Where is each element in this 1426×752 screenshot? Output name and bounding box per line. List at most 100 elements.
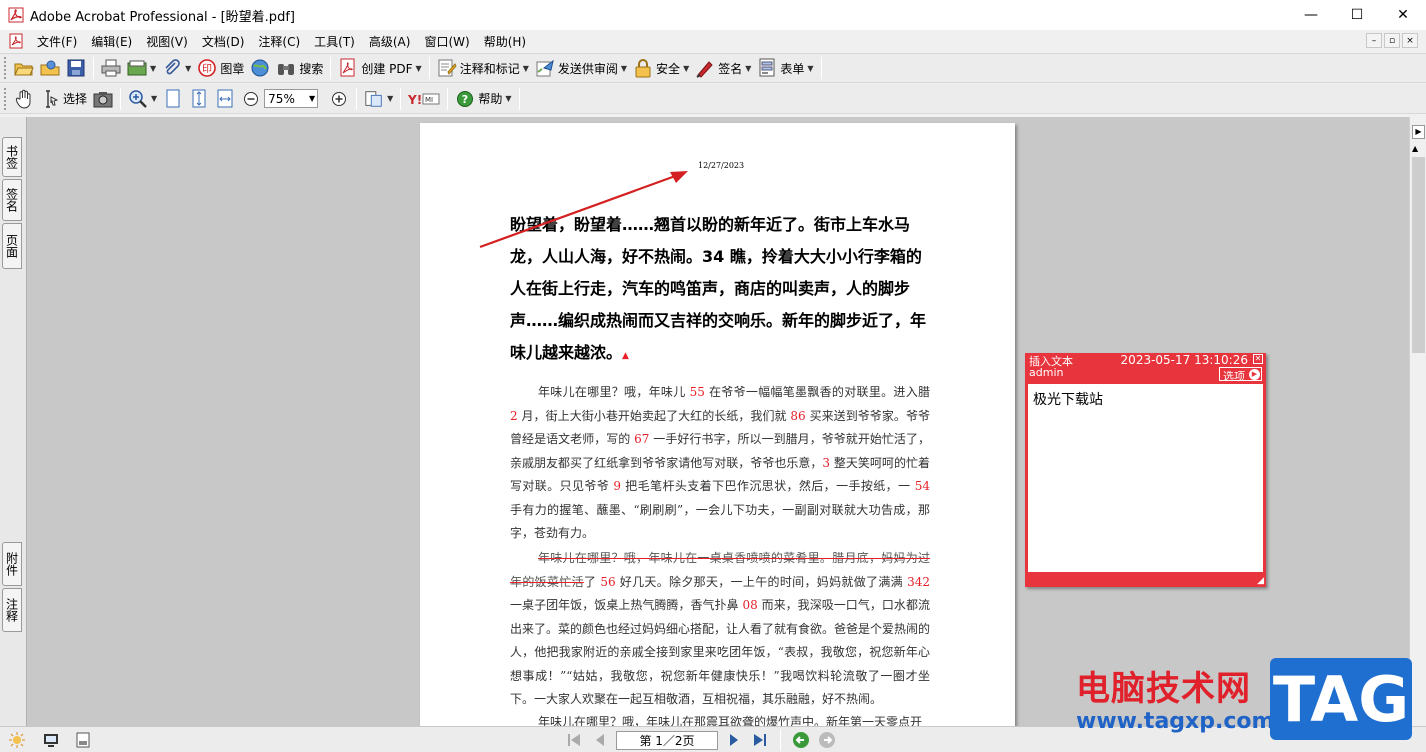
menu-window[interactable]: 窗口(W) <box>417 33 476 50</box>
navigation-panel: 书签 签名 页面 附件 注释 <box>0 117 27 726</box>
document-menu-icon[interactable] <box>8 33 24 49</box>
create-pdf-button[interactable]: 创建 PDF ▼ <box>335 56 424 80</box>
chevron-down-icon[interactable]: ▼ <box>505 94 511 103</box>
chevron-down-icon[interactable]: ▼ <box>807 64 813 73</box>
yahoo-toolbar-button[interactable]: Y! MI <box>405 87 443 111</box>
vertical-scrollbar[interactable]: ▶ ▲ <box>1409 117 1426 726</box>
fit-page-button[interactable] <box>186 87 212 111</box>
go-forward-icon[interactable] <box>817 730 837 750</box>
resize-grip-icon[interactable]: ◢ <box>1257 576 1264 586</box>
print-icon <box>101 58 121 78</box>
zoom-level-select[interactable]: 75% ▼ <box>264 89 319 108</box>
menu-help[interactable]: 帮助(H) <box>477 33 533 50</box>
tips-icon[interactable] <box>8 731 26 749</box>
toolbar-grip[interactable] <box>4 57 8 79</box>
insert-text-marker-icon[interactable]: ▲ <box>622 351 629 361</box>
chevron-down-icon[interactable]: ▼ <box>683 64 689 73</box>
rotate-button[interactable]: ▼ <box>361 87 396 111</box>
sign-button[interactable]: 签名 ▼ <box>692 56 754 80</box>
go-back-icon[interactable] <box>791 730 811 750</box>
comment-author: admin <box>1029 366 1064 379</box>
tab-comments[interactable]: 注释 <box>2 588 22 632</box>
chevron-down-icon[interactable]: ▼ <box>150 64 156 73</box>
chevron-down-icon[interactable]: ▼ <box>185 64 191 73</box>
body-text: 而来，我深吸一口气，口水都流出来了。菜的颜色也经过妈妈细心搭配，让人看了就有食欲… <box>510 598 931 706</box>
print-button[interactable] <box>98 56 124 80</box>
comment-popup-header[interactable]: 插入文本 2023-05-17 13:10:26 ✕ admin 选项 ▶ <box>1025 353 1266 383</box>
send-review-button[interactable]: 发送供审阅 ▼ <box>532 56 630 80</box>
snapshot-button[interactable] <box>90 87 116 111</box>
close-icon[interactable]: ✕ <box>1253 354 1263 364</box>
zoom-tool-button[interactable]: ▼ <box>125 87 160 111</box>
doc-restore-button[interactable]: ▫ <box>1384 33 1400 48</box>
page-navigation: 第 1／2页 <box>564 729 837 751</box>
menu-comments[interactable]: 注释(C) <box>251 33 307 50</box>
security-button[interactable]: 安全 ▼ <box>630 56 692 80</box>
menu-advanced[interactable]: 高级(A) <box>362 33 418 50</box>
search-label: 搜索 <box>299 61 324 76</box>
minimize-button[interactable]: — <box>1288 0 1334 30</box>
comment-text-area[interactable]: 极光下载站 <box>1028 384 1263 572</box>
zoom-out-button[interactable] <box>238 87 264 111</box>
rotate-pages-icon <box>364 89 384 109</box>
maximize-button[interactable]: ☐ <box>1334 0 1380 30</box>
chevron-down-icon[interactable]: ▼ <box>621 64 627 73</box>
chevron-down-icon[interactable]: ▼ <box>151 94 157 103</box>
zoom-in-button[interactable] <box>326 87 352 111</box>
status-separator <box>780 729 781 751</box>
monitor-icon[interactable] <box>42 731 60 749</box>
actual-size-button[interactable] <box>160 87 186 111</box>
chevron-down-icon[interactable]: ▼ <box>416 64 422 73</box>
pdf-page[interactable]: 12/27/2023 盼望着，盼望着……翘首以盼的新年近了。街市上车水马龙，人山… <box>420 123 1015 726</box>
hand-tool-button[interactable] <box>11 87 37 111</box>
menu-document[interactable]: 文档(D) <box>195 33 252 50</box>
forms-button[interactable]: 表单 ▼ <box>754 56 816 80</box>
tab-signatures[interactable]: 签名 <box>2 179 22 221</box>
comment-markup-button[interactable]: 注释和标记 ▼ <box>434 56 532 80</box>
tab-pages[interactable]: 页面 <box>2 223 22 269</box>
tab-attachments[interactable]: 附件 <box>2 542 22 586</box>
stamp-button[interactable]: 印 图章 <box>194 56 247 80</box>
menu-file[interactable]: 文件(F) <box>30 33 84 50</box>
menu-tools[interactable]: 工具(T) <box>307 33 362 50</box>
panel-toggle-arrow-icon[interactable]: ▶ <box>1412 125 1425 139</box>
chevron-down-icon[interactable]: ▼ <box>309 94 317 103</box>
main-toolbar: ▼ ▼ 印 图章 搜索 创建 PDF ▼ 注释和标记 ▼ 发送供审阅 ▼ 安全 … <box>0 53 1426 83</box>
scroll-up-icon[interactable]: ▲ <box>1412 144 1418 153</box>
doc-close-button[interactable]: × <box>1402 33 1418 48</box>
chevron-down-icon[interactable]: ▼ <box>745 64 751 73</box>
menu-view[interactable]: 视图(V) <box>139 33 195 50</box>
last-page-icon[interactable] <box>750 730 770 750</box>
close-button[interactable]: ✕ <box>1380 0 1426 30</box>
doc-minimize-button[interactable]: – <box>1366 33 1382 48</box>
attach-button[interactable]: ▼ <box>159 56 194 80</box>
select-tool-button[interactable]: 选择 <box>37 87 90 111</box>
search-button[interactable]: 搜索 <box>273 56 326 80</box>
next-page-icon[interactable] <box>724 730 744 750</box>
red-number: 86 <box>790 408 806 423</box>
email-button[interactable]: ▼ <box>124 56 159 80</box>
options-label: 选项 <box>1223 370 1245 383</box>
first-page-icon[interactable] <box>564 730 584 750</box>
organizer-button[interactable] <box>37 56 63 80</box>
chevron-down-icon[interactable]: ▼ <box>523 64 529 73</box>
fit-width-button[interactable] <box>212 87 238 111</box>
save-button[interactable] <box>63 56 89 80</box>
open-folder-icon <box>14 58 34 78</box>
body-text: 一桌子团年饭，饭桌上热气腾腾，香气扑鼻 <box>510 598 743 612</box>
tab-bookmarks[interactable]: 书签 <box>2 137 22 177</box>
toolbar-separator <box>447 87 449 110</box>
web-button[interactable] <box>247 56 273 80</box>
page-number-field[interactable]: 第 1／2页 <box>616 730 718 750</box>
chevron-down-icon[interactable]: ▼ <box>387 94 393 103</box>
options-button[interactable]: 选项 ▶ <box>1219 367 1262 383</box>
scroll-thumb[interactable] <box>1412 157 1425 353</box>
open-button[interactable] <box>11 56 37 80</box>
help-button[interactable]: ? 帮助 ▼ <box>452 87 514 111</box>
previous-page-icon[interactable] <box>590 730 610 750</box>
page-layout-icon[interactable] <box>74 731 92 749</box>
comment-popup[interactable]: 插入文本 2023-05-17 13:10:26 ✕ admin 选项 ▶ 极光… <box>1025 353 1266 587</box>
comment-timestamp: 2023-05-17 13:10:26 <box>1120 353 1248 367</box>
toolbar-grip[interactable] <box>4 87 8 110</box>
menu-edit[interactable]: 编辑(E) <box>84 33 139 50</box>
